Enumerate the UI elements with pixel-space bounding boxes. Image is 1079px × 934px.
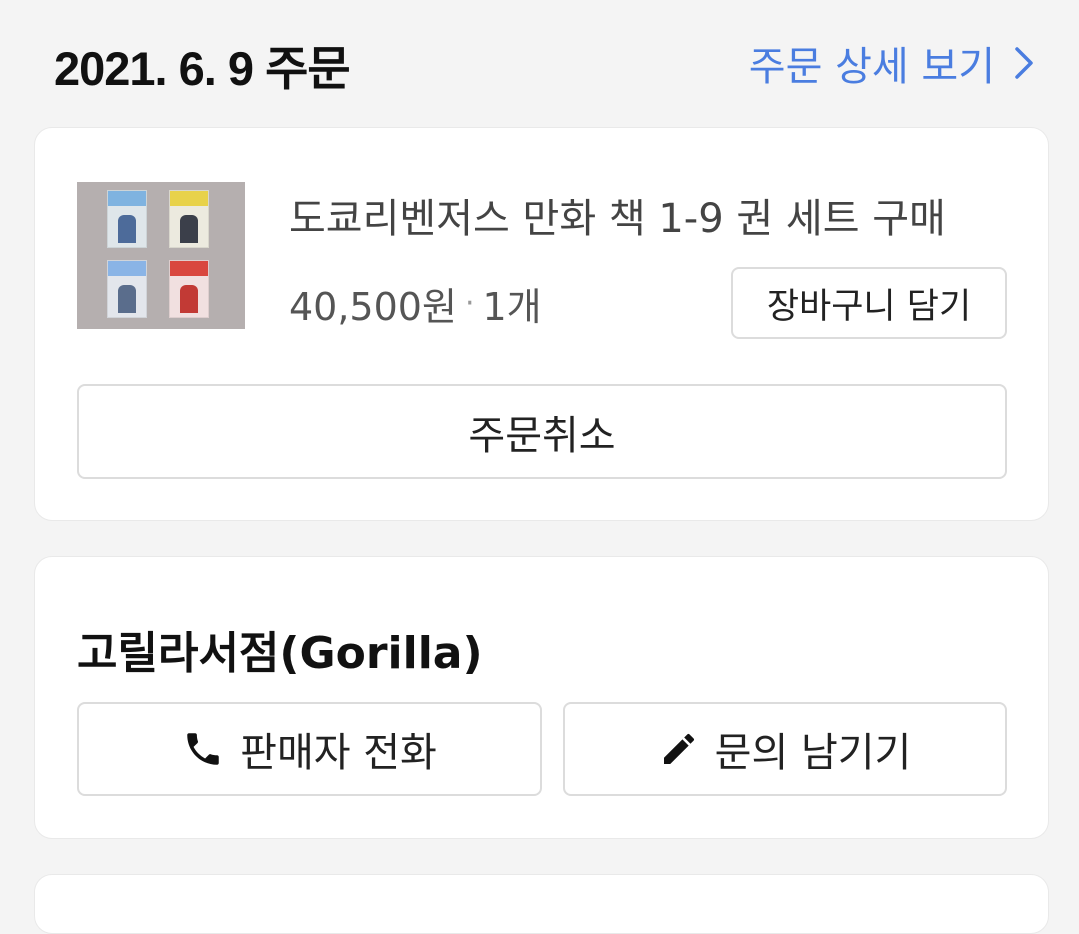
cancel-order-button[interactable]: 주문취소 [77, 384, 1007, 479]
book-cover-2 [169, 190, 209, 248]
order-date: 2021. 6. 9 주문 [54, 42, 351, 95]
book-cover-1 [107, 190, 147, 248]
next-card [34, 874, 1049, 934]
seller-card: 고릴라서점(Gorilla) 판매자 전화 문의 남기기 [34, 556, 1049, 839]
leave-inquiry-label: 문의 남기기 [714, 730, 912, 776]
phone-icon [182, 728, 224, 770]
leave-inquiry-button[interactable]: 문의 남기기 [563, 702, 1007, 796]
product-quantity: 1개 [482, 285, 542, 329]
order-header: 2021. 6. 9 주문 주문 상세 보기 [0, 0, 1079, 127]
pencil-icon [659, 729, 699, 769]
product-thumbnail[interactable] [77, 182, 245, 329]
order-card: 도쿄리벤저스 만화 책 1-9 권 세트 구매 40,500원 · 1개 장바구… [34, 127, 1049, 521]
call-seller-label: 판매자 전화 [240, 730, 437, 776]
order-detail-link[interactable]: 주문 상세 보기 [749, 34, 1035, 92]
add-to-cart-button[interactable]: 장바구니 담기 [731, 267, 1007, 339]
seller-name[interactable]: 고릴라서점(Gorilla) [77, 617, 483, 681]
product-title[interactable]: 도쿄리벤저스 만화 책 1-9 권 세트 구매 [289, 186, 946, 244]
chevron-right-icon [1013, 45, 1035, 81]
book-cover-4 [169, 260, 209, 318]
call-seller-button[interactable]: 판매자 전화 [77, 702, 542, 796]
price-row: 40,500원 · 1개 [289, 276, 542, 331]
order-detail-label: 주문 상세 보기 [748, 44, 995, 90]
separator-dot: · [464, 286, 475, 321]
product-price: 40,500원 [289, 285, 457, 329]
book-cover-3 [107, 260, 147, 318]
